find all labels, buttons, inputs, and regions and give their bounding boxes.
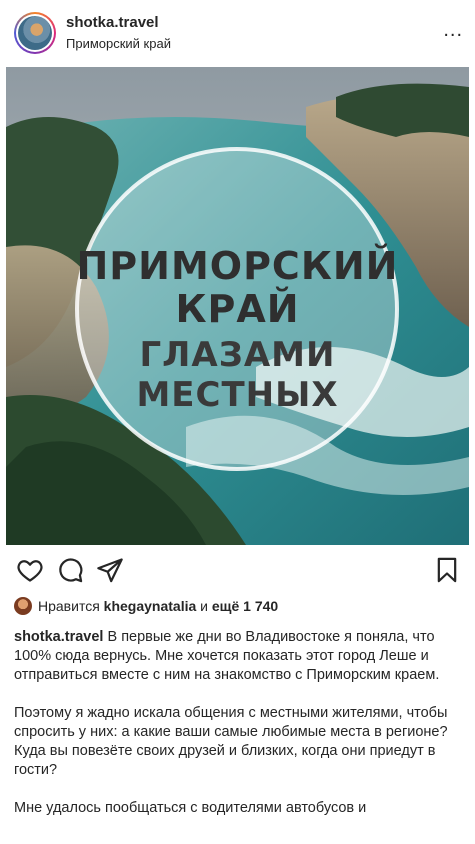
- image-title-line-4: МЕСТНЫХ: [136, 375, 339, 415]
- post-image[interactable]: ПРИМОРСКИЙ КРАЙ ГЛАЗАМИ МЕСТНЫХ: [6, 67, 469, 545]
- paper-plane-icon[interactable]: [96, 556, 124, 584]
- heart-icon[interactable]: [16, 556, 44, 584]
- caption-paragraph-3: Мне удалось пообщаться с водителями авто…: [14, 800, 367, 816]
- caption-paragraph-1: shotka.travel В первые же дни во Владиво…: [14, 628, 462, 685]
- post-username[interactable]: shotka.travel: [66, 14, 159, 31]
- avatar[interactable]: [14, 12, 56, 54]
- liker-username[interactable]: khegaynatalia: [104, 598, 197, 614]
- caption-paragraph-2: Поэтому я жадно искала общения с местным…: [14, 705, 448, 778]
- post-actions-bar: [0, 552, 475, 588]
- image-title-line-1: ПРИМОРСКИЙ: [76, 244, 399, 288]
- comment-icon[interactable]: [56, 556, 84, 584]
- more-options-icon[interactable]: ...: [443, 20, 463, 40]
- likes-prefix: Нравится: [38, 598, 104, 614]
- likes-middle: и: [196, 598, 212, 614]
- avatar-border: [16, 14, 54, 52]
- likes-count[interactable]: ещё 1 740: [212, 598, 278, 614]
- caption-author[interactable]: shotka.travel: [14, 629, 103, 645]
- bookmark-icon[interactable]: [433, 556, 461, 584]
- post-header: shotka.travel Приморский край ...: [0, 0, 475, 66]
- post-location[interactable]: Приморский край: [66, 36, 171, 51]
- likes-text: Нравится khegaynatalia и ещё 1 740: [38, 598, 278, 614]
- image-title-line-3: ГЛАЗАМИ: [139, 335, 336, 375]
- image-title-line-2: КРАЙ: [175, 287, 300, 331]
- post-caption: shotka.travel В первые же дни во Владиво…: [14, 628, 462, 837]
- liker-avatar[interactable]: [14, 597, 32, 615]
- avatar-image: [18, 16, 52, 50]
